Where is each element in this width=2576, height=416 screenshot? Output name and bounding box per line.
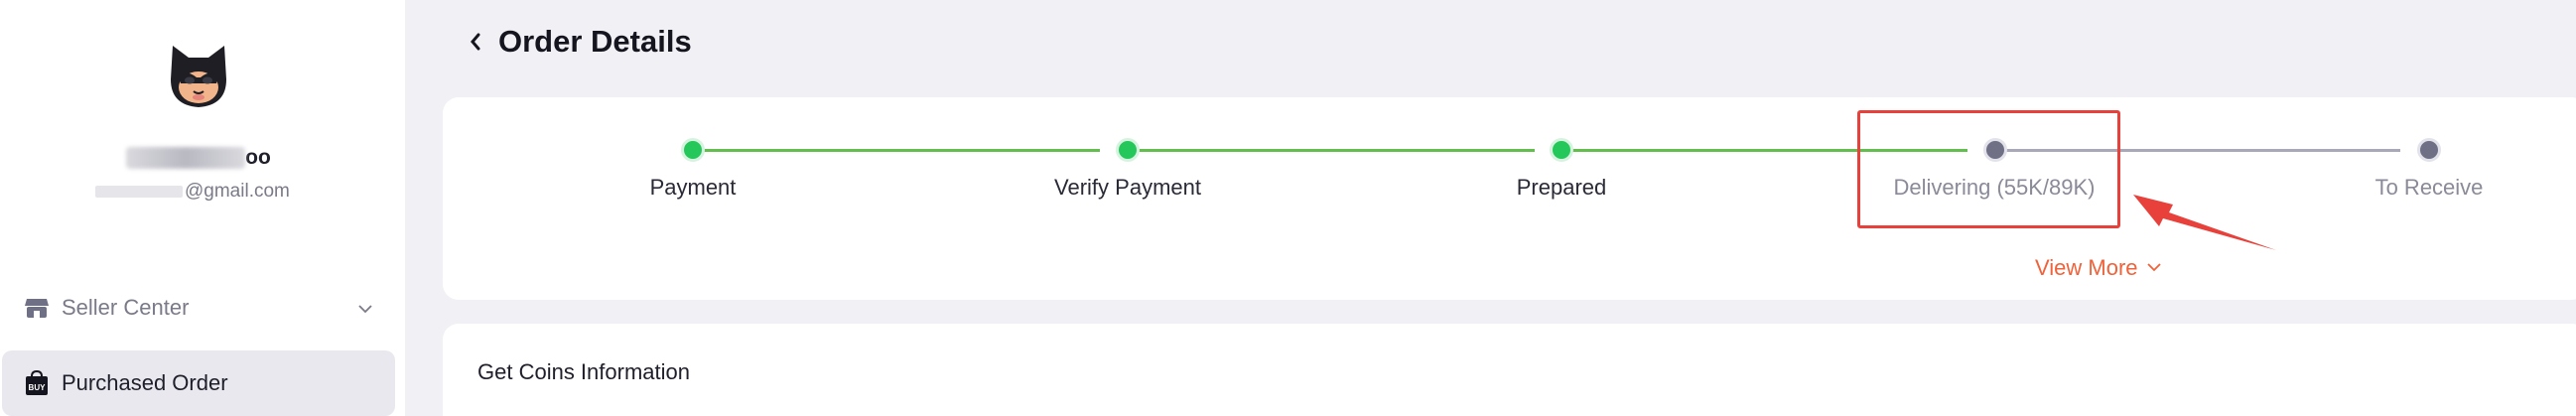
store-icon [24,295,50,321]
sidebar-item-seller-center[interactable]: Seller Center [0,275,395,341]
section-title: Get Coins Information [477,359,690,384]
username-redaction [126,147,246,170]
page-header: Order Details [467,24,692,60]
username: oo [0,146,397,170]
annotation-arrow-icon [2133,195,2276,250]
sidebar-item-label: Seller Center [62,295,190,320]
step-dot-payment [681,138,705,162]
coins-information-card: Get Coins Information [443,324,2576,416]
step-label-verify-payment: Verify Payment [1054,175,1201,200]
step-dot-prepared [1550,138,1573,162]
page-title: Order Details [498,24,692,59]
sidebar-item-label: Purchased Order [62,370,228,395]
username-text: oo [245,146,271,169]
view-more-label: View More [2035,255,2138,280]
view-more-link[interactable]: View More [2035,255,2162,281]
avatar[interactable] [163,40,234,111]
user-email: @gmail.com [95,181,290,203]
sidebar-item-purchased-order[interactable]: BUY Purchased Order [2,350,395,416]
step-dot-verify-payment [1116,138,1140,162]
step-label-payment: Payment [649,175,737,200]
buy-bag-icon: BUY [24,370,50,396]
annotation-highlight-box [1857,110,2120,228]
email-redaction [95,186,183,198]
step-connector [703,149,1100,152]
sidebar: oo @gmail.com Seller Center BUY Purchase… [0,0,405,416]
chevron-left-icon[interactable] [467,30,484,54]
step-dot-to-receive [2417,138,2441,162]
svg-text:BUY: BUY [29,383,47,392]
step-connector [1138,149,1535,152]
email-text: @gmail.com [185,181,290,202]
chevron-down-icon[interactable] [357,297,373,323]
step-label-to-receive: To Receive [2374,175,2484,200]
step-label-prepared: Prepared [1516,175,1607,200]
chevron-down-icon [2146,255,2162,281]
